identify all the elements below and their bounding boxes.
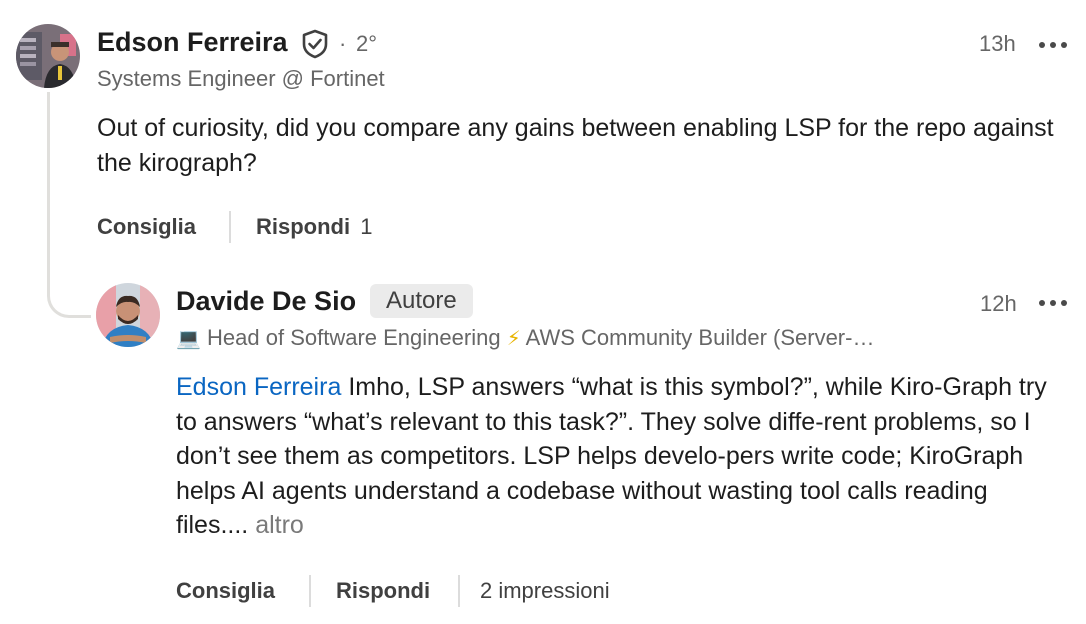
- author-name[interactable]: Davide De Sio: [176, 286, 356, 317]
- action-divider: [309, 575, 311, 607]
- impressions-count[interactable]: 2 impressioni: [480, 578, 610, 604]
- avatar[interactable]: [16, 24, 80, 88]
- author-badge: Autore: [370, 284, 473, 318]
- thread-connector-line: [47, 92, 91, 318]
- like-button[interactable]: Consiglia: [97, 214, 196, 240]
- action-divider: [458, 575, 460, 607]
- see-more-link[interactable]: altro: [255, 511, 304, 539]
- reply-text-block: Edson Ferreira Imho, LSP answers “what i…: [176, 370, 1056, 543]
- author-name[interactable]: Edson Ferreira: [97, 27, 288, 58]
- verified-shield-icon: [301, 29, 329, 59]
- reply-button[interactable]: Rispondi: [336, 578, 430, 604]
- headline-part-2: AWS Community Builder (Server-…: [525, 325, 875, 350]
- connection-degree: 2°: [356, 31, 378, 56]
- more-horizontal-icon[interactable]: [1039, 300, 1067, 308]
- degree-separator: ·: [339, 31, 347, 56]
- author-headline: Systems Engineer @ Fortinet: [97, 66, 385, 91]
- laptop-icon: 💻: [176, 328, 201, 350]
- comment-time: 13h: [979, 31, 1016, 56]
- reply-button[interactable]: Rispondi 1: [256, 214, 372, 240]
- author-headline: 💻 Head of Software Engineering ⚡ AWS Com…: [176, 325, 874, 351]
- reply-label: Rispondi: [256, 214, 351, 239]
- avatar-image: [16, 24, 80, 88]
- avatar[interactable]: [96, 283, 160, 347]
- lightning-icon: ⚡: [506, 328, 521, 350]
- reply-time: 12h: [980, 291, 1017, 316]
- action-divider: [229, 211, 231, 243]
- mention-link[interactable]: Edson Ferreira: [176, 373, 341, 401]
- headline-part-1: Head of Software Engineering: [207, 325, 501, 350]
- more-horizontal-icon[interactable]: [1039, 42, 1067, 50]
- like-button[interactable]: Consiglia: [176, 578, 275, 604]
- reply-count: 1: [360, 214, 373, 239]
- avatar-image: [96, 283, 160, 347]
- comment-text: Out of curiosity, did you compare any ga…: [97, 114, 1054, 177]
